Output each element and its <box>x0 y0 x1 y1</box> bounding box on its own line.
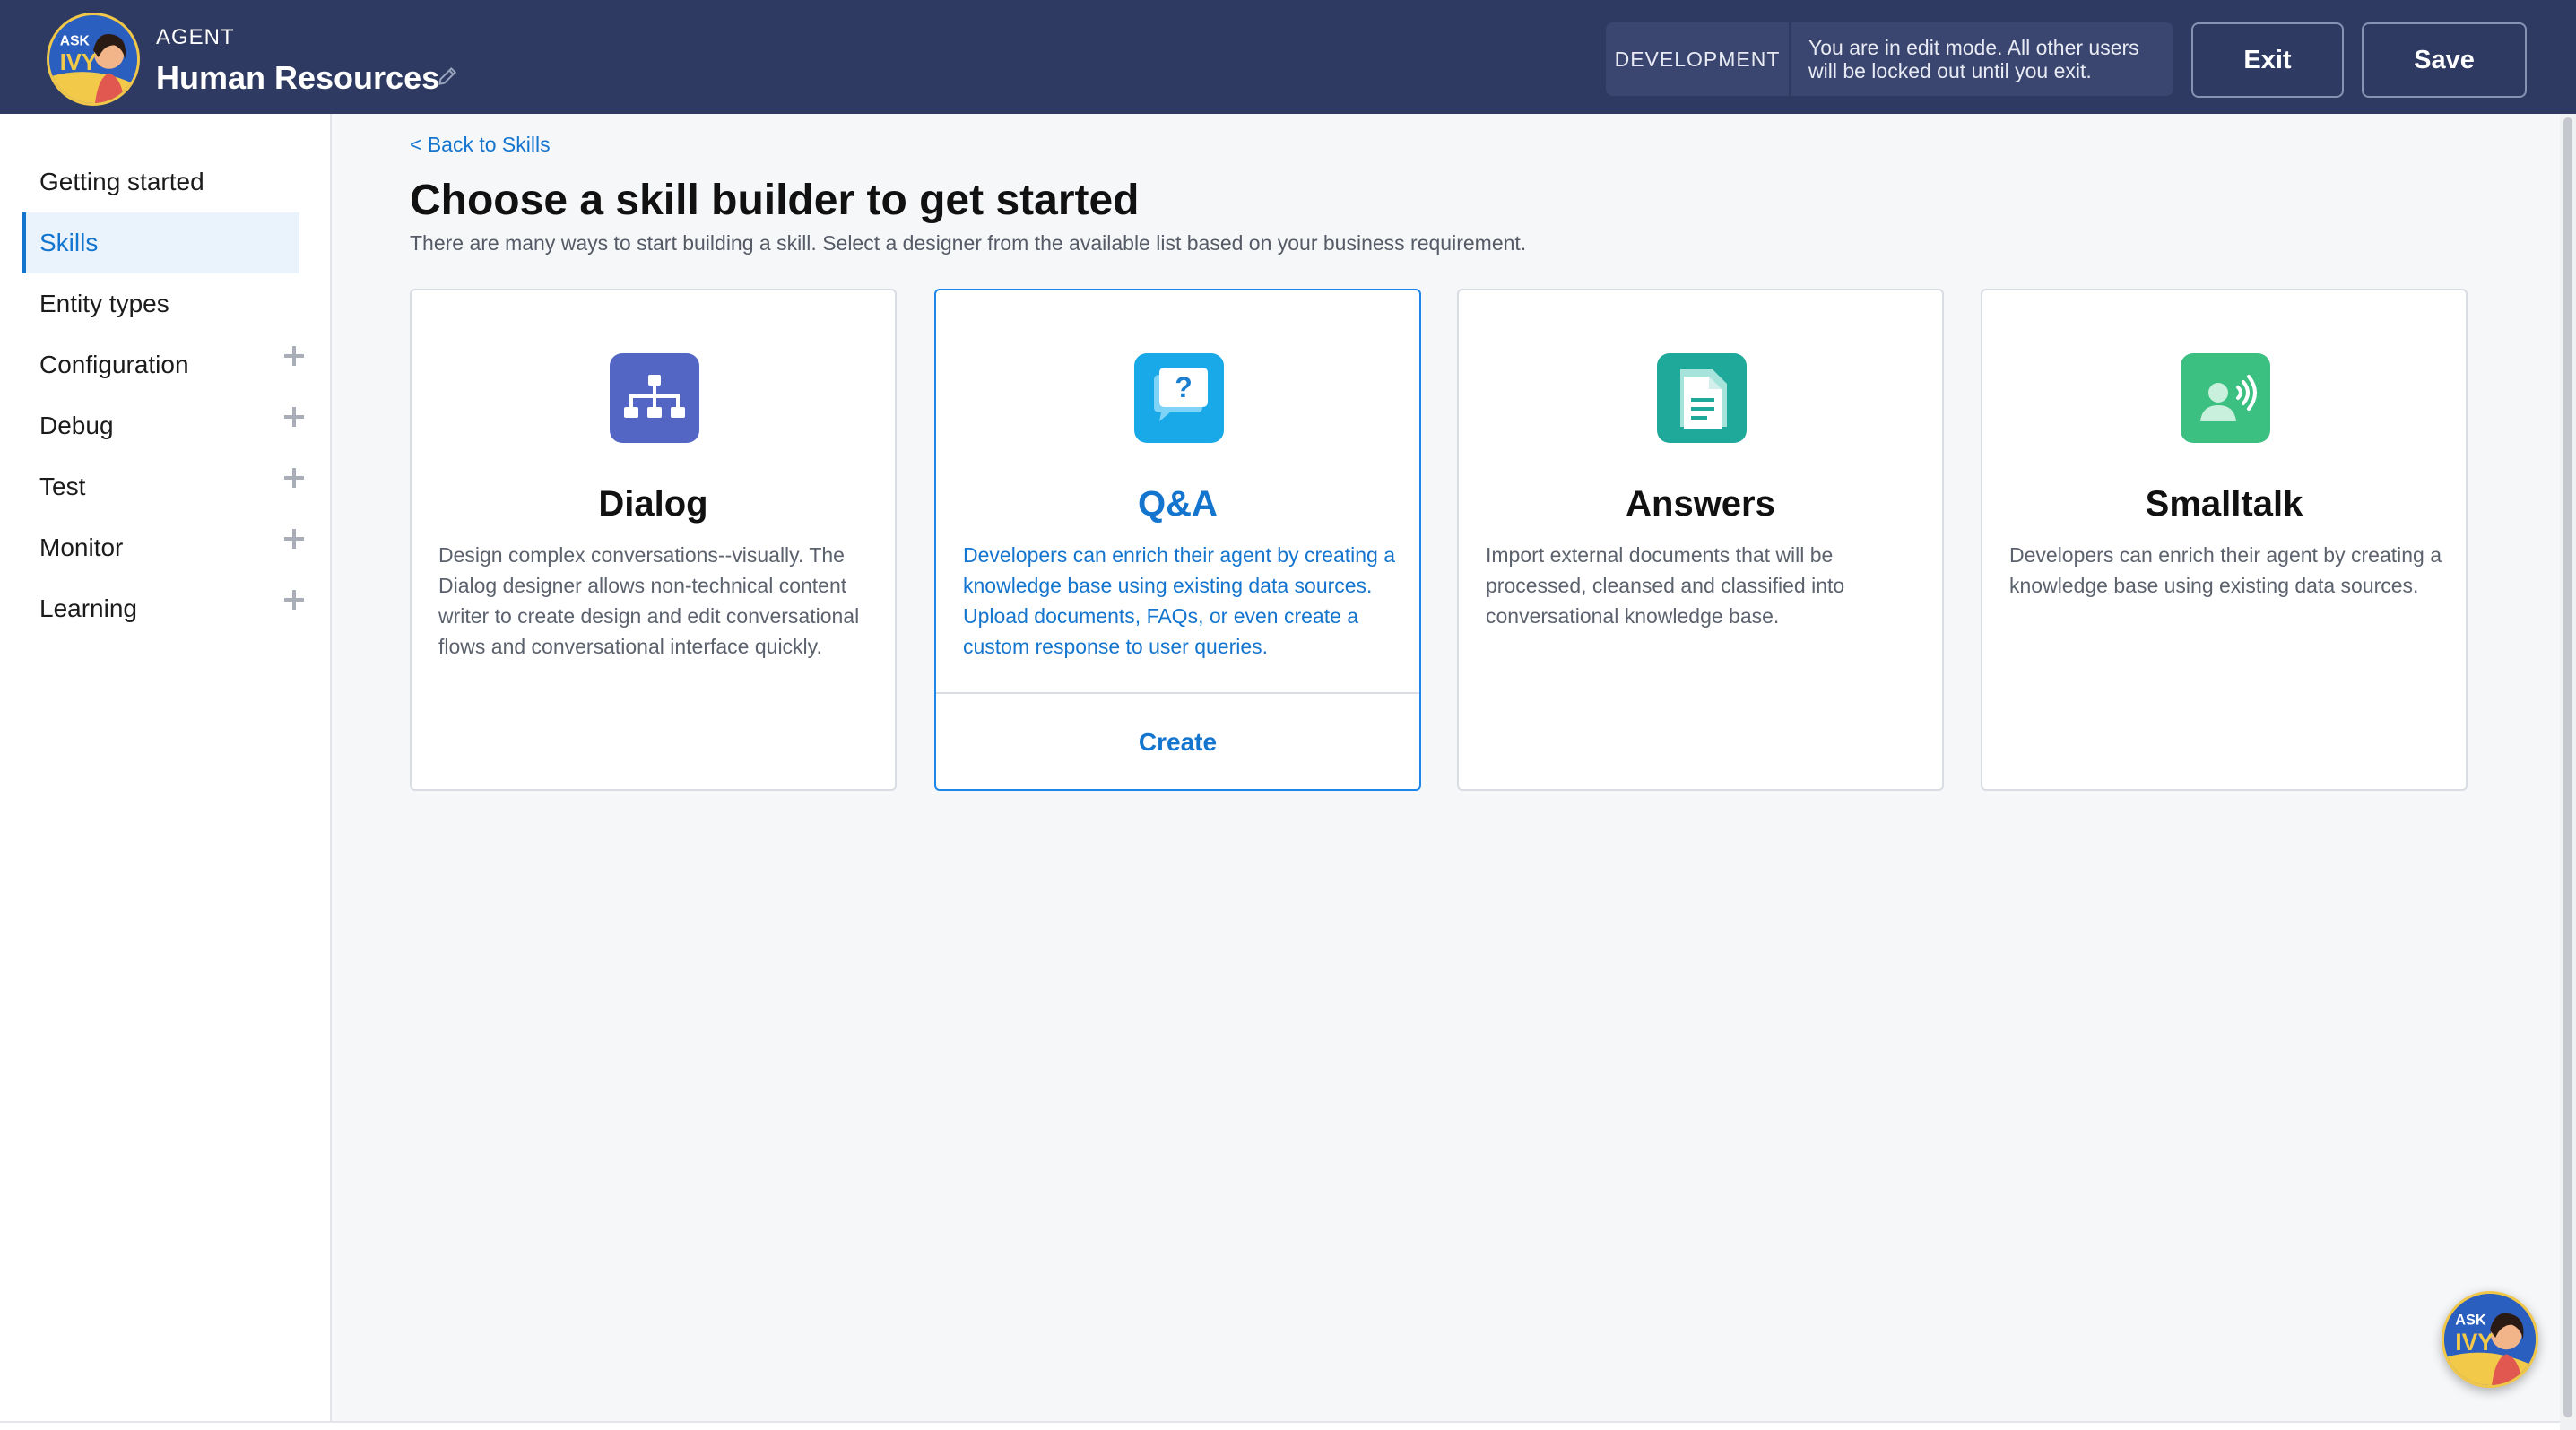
sidebar-item-skills[interactable]: Skills <box>22 212 299 273</box>
speaking-person-icon <box>2181 353 2270 443</box>
environment-status: DEVELOPMENT You are in edit mode. All ot… <box>1606 22 2173 96</box>
sidebar-item-monitor[interactable]: Monitor <box>22 517 299 578</box>
page-subtitle: There are many ways to start building a … <box>410 231 1527 255</box>
sidebar-nav: Getting started Skills Entity types Conf… <box>0 114 332 1421</box>
expand-debug-icon[interactable] <box>283 406 305 428</box>
card-title: Smalltalk <box>2145 484 2303 524</box>
question-chat-icon: ? <box>1134 353 1224 443</box>
sidebar-item-entity-types[interactable]: Entity types <box>22 273 299 334</box>
pencil-icon[interactable] <box>436 65 459 88</box>
svg-text:?: ? <box>1175 371 1193 403</box>
sidebar-item-test[interactable]: Test <box>22 456 299 517</box>
expand-configuration-icon[interactable] <box>283 345 305 367</box>
card-title: Q&A <box>1138 484 1218 524</box>
skill-card-qa[interactable]: ? Q&A Developers can enrich their agent … <box>934 289 1421 791</box>
create-button[interactable]: Create <box>936 694 1419 791</box>
page-title: Choose a skill builder to get started <box>410 177 1140 224</box>
expand-test-icon[interactable] <box>283 467 305 489</box>
sidebar-item-configuration[interactable]: Configuration <box>22 334 299 395</box>
card-description: Developers can enrich their agent by cre… <box>963 543 1396 658</box>
back-to-skills-link[interactable]: < Back to Skills <box>410 133 551 157</box>
svg-text:IVY: IVY <box>2455 1329 2494 1356</box>
vertical-scrollbar[interactable] <box>2560 114 2576 1430</box>
skill-card-answers[interactable]: Answers Import external documents that w… <box>1457 289 1944 791</box>
svg-text:ASK: ASK <box>2455 1313 2486 1329</box>
svg-text:ASK: ASK <box>60 33 91 48</box>
top-header: ASK IVY AGENT Human Resources DEVELOPMEN… <box>0 0 2576 114</box>
agent-name: Human Resources <box>156 59 440 96</box>
sidebar-item-learning[interactable]: Learning <box>22 578 299 639</box>
environment-label: DEVELOPMENT <box>1606 22 1791 96</box>
skill-card-dialog[interactable]: Dialog Design complex conversations--vis… <box>410 289 897 791</box>
card-description: Developers can enrich their agent by cre… <box>2009 543 2442 597</box>
skill-card-smalltalk[interactable]: Smalltalk Developers can enrich their ag… <box>1981 289 2468 791</box>
card-description: Import external documents that will be p… <box>1486 543 1845 628</box>
document-icon <box>1657 353 1747 443</box>
agent-label: AGENT <box>156 25 235 49</box>
org-chart-icon <box>610 353 699 443</box>
expand-learning-icon[interactable] <box>283 589 305 611</box>
expand-monitor-icon[interactable] <box>283 528 305 550</box>
save-button[interactable]: Save <box>2362 22 2527 98</box>
bottom-edge <box>0 1421 2576 1430</box>
ask-ivy-logo: ASK IVY <box>47 13 140 106</box>
sidebar-item-debug[interactable]: Debug <box>22 395 299 456</box>
scrollbar-thumb[interactable] <box>2563 117 2572 1417</box>
svg-text:IVY: IVY <box>60 50 97 75</box>
card-title: Answers <box>1626 484 1775 524</box>
edit-mode-message: You are in edit mode. All other users wi… <box>1808 36 2139 82</box>
exit-button[interactable]: Exit <box>2191 22 2344 98</box>
ask-ivy-assistant-button[interactable]: ASK IVY <box>2442 1291 2538 1388</box>
card-title: Dialog <box>598 484 708 524</box>
card-description: Design complex conversations--visually. … <box>438 543 860 658</box>
sidebar-item-getting-started[interactable]: Getting started <box>22 152 299 212</box>
